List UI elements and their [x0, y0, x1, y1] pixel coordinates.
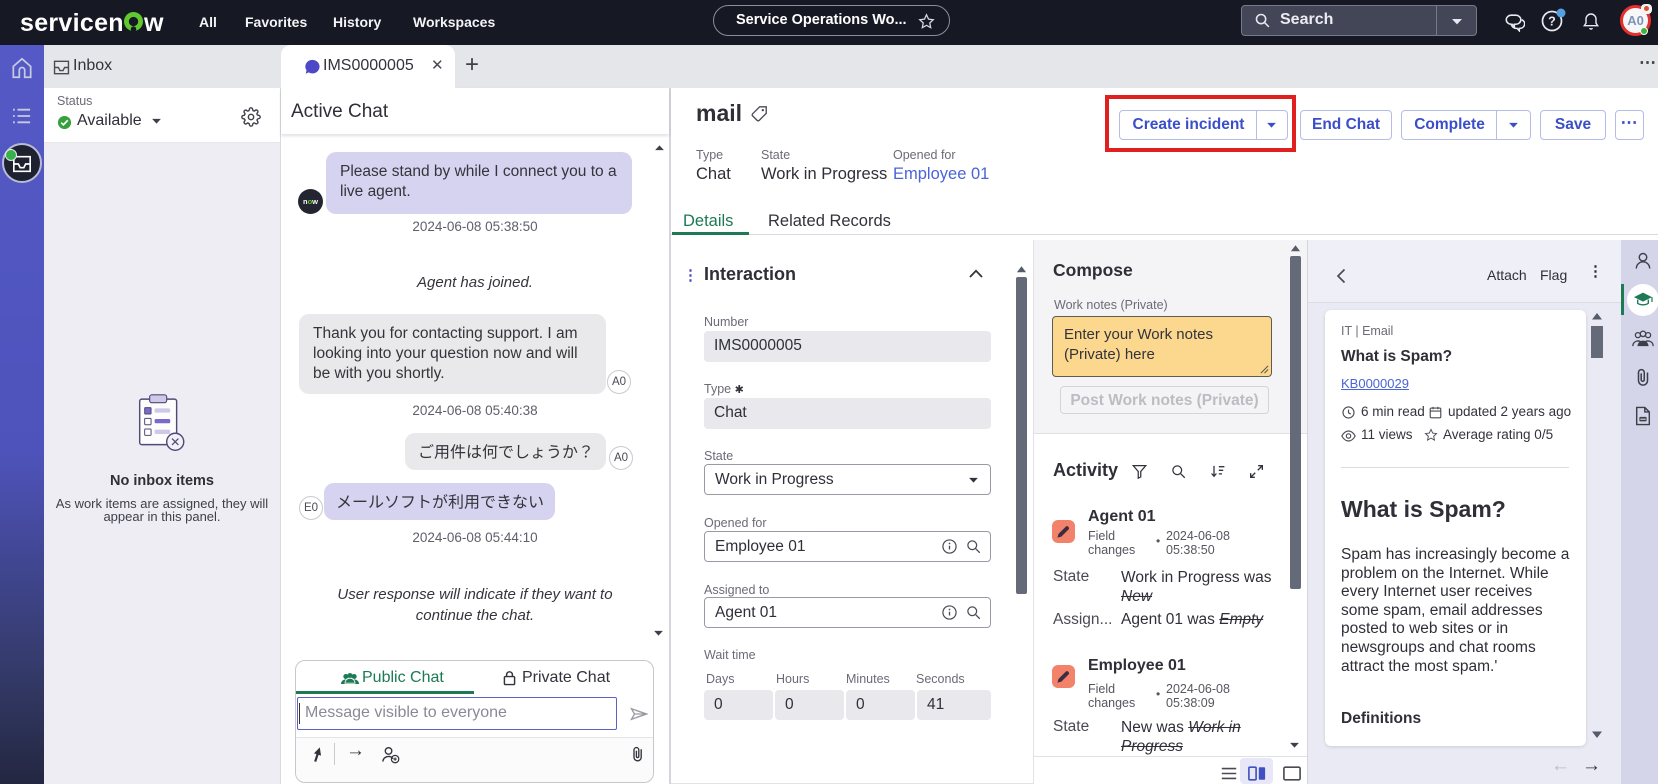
svg-text:?: ?	[1548, 15, 1556, 29]
